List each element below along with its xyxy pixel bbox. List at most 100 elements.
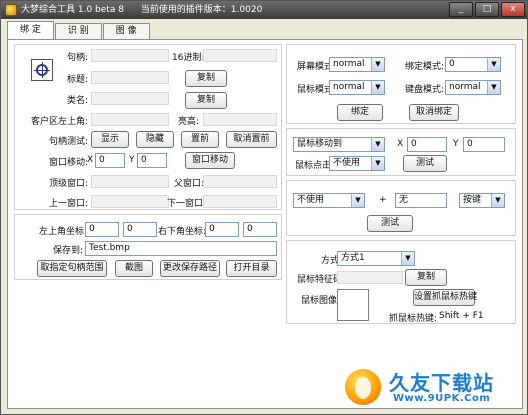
handle-label: 句柄: — [67, 53, 89, 63]
mouse-action-group: 鼠标移动到 ▼ X 0 Y 0 鼠标点击: 不使用 ▼ 测试 — [286, 128, 516, 176]
move-x-input[interactable]: 0 — [95, 153, 125, 168]
title-value — [91, 71, 169, 84]
bring-front-button[interactable]: 置前 — [181, 131, 219, 148]
title-label: 标题: — [67, 75, 89, 85]
mouse-mode-select[interactable]: normal ▼ — [329, 80, 385, 95]
window-move-button[interactable]: 窗口移动 — [185, 152, 235, 169]
show-button[interactable]: 显示 — [91, 131, 129, 148]
hex-label: 16进制: — [172, 53, 205, 63]
class-value — [91, 92, 169, 105]
crosshair-target-icon[interactable] — [31, 59, 53, 81]
set-hotkey-button[interactable]: 设置抓鼠标热键 — [413, 289, 477, 306]
next-window-value — [203, 195, 277, 208]
keyboard-mode-select[interactable]: normal ▼ — [445, 80, 501, 95]
tab-recognize[interactable]: 识 别 — [54, 23, 102, 39]
tab-strip: 绑 定 识 别 图 像 — [7, 21, 151, 39]
key-action-select[interactable]: 按键 ▼ — [459, 193, 505, 208]
title-bar[interactable]: 大梦综合工具 1.0 beta 8 当前使用的插件版本：1.0020 _ □ x — [1, 1, 527, 19]
capture-mode-select[interactable]: 方式1 ▼ — [337, 251, 415, 266]
plugin-version: 当前使用的插件版本：1.0020 — [140, 5, 263, 15]
copy-class-button[interactable]: 复制 — [185, 92, 227, 109]
mouse-x-input[interactable]: 0 — [407, 137, 447, 152]
maximize-button[interactable]: □ — [475, 2, 499, 17]
hotkey-value: Shift + F1 — [439, 311, 484, 321]
open-directory-button[interactable]: 打开目录 — [226, 260, 277, 277]
get-handle-range-button[interactable]: 取指定句柄范围 — [37, 260, 107, 277]
chevron-down-icon: ▼ — [491, 194, 504, 207]
watermark-logo: 久友下载站 Www.9UPK.Com — [343, 365, 523, 411]
move-y-label: Y — [129, 155, 135, 165]
hex-value — [203, 49, 277, 62]
handle-value — [91, 49, 169, 62]
screenshot-button[interactable]: 截图 — [115, 260, 153, 277]
hide-button[interactable]: 隐藏 — [136, 131, 174, 148]
key-action-group: 不使用 ▼ + 无 按键 ▼ 测试 — [286, 180, 516, 236]
plus-sign: + — [379, 195, 387, 205]
minimize-button[interactable]: _ — [449, 2, 473, 17]
key-modifier-select[interactable]: 不使用 ▼ — [293, 193, 365, 208]
bottomright-x-input[interactable]: 0 — [205, 222, 239, 237]
chevron-down-icon: ▼ — [371, 157, 384, 170]
save-to-label: 保存到: — [53, 246, 84, 256]
copy-title-button[interactable]: 复制 — [185, 70, 227, 87]
mouse-y-input[interactable]: 0 — [463, 137, 505, 152]
keyboard-mode-label: 键盘模式: — [405, 85, 445, 95]
chevron-down-icon: ▼ — [371, 58, 384, 71]
mouse-image-preview — [337, 289, 369, 321]
save-path-input[interactable]: Test.bmp — [85, 241, 277, 256]
tab-image[interactable]: 图 像 — [102, 23, 150, 39]
parent-window-label: 父窗口: — [174, 179, 205, 189]
bind-mode-select[interactable]: 0 ▼ — [445, 57, 501, 72]
mouse-test-button[interactable]: 测试 — [403, 155, 447, 172]
handle-test-label: 句柄测试: — [49, 137, 89, 147]
watermark-title: 久友下载站 — [389, 371, 494, 395]
chevron-down-icon: ▼ — [487, 81, 500, 94]
unbind-button[interactable]: 取消绑定 — [409, 104, 459, 121]
bind-mode-group: 屏幕模式: normal ▼ 绑定模式: 0 ▼ 鼠标模式: normal ▼ 键盘模… — [286, 44, 516, 124]
cancel-front-button[interactable]: 取消置前 — [226, 131, 277, 148]
app-icon — [5, 4, 17, 16]
bind-button[interactable]: 绑定 — [337, 104, 383, 121]
client-topleft-label: 客户区左上角: — [31, 117, 89, 127]
mouse-action-select[interactable]: 鼠标移动到 ▼ — [293, 137, 385, 152]
change-save-path-button[interactable]: 更改保存路径 — [160, 260, 220, 277]
bottomright-y-input[interactable]: 0 — [243, 222, 277, 237]
top-window-value — [91, 175, 169, 188]
chevron-down-icon: ▼ — [487, 58, 500, 71]
mouse-y-label: Y — [453, 139, 459, 149]
topleft-coord-label: 左上角坐标: — [39, 227, 88, 237]
parent-window-value — [203, 175, 277, 188]
prev-window-label: 上一窗口: — [49, 199, 89, 209]
window-title: 大梦综合工具 1.0 beta 8 — [21, 5, 124, 15]
main-window: 大梦综合工具 1.0 beta 8 当前使用的插件版本：1.0020 _ □ x… — [0, 0, 528, 415]
key-test-button[interactable]: 测试 — [367, 215, 413, 232]
move-x-label: X — [87, 155, 94, 165]
hotkey-label: 抓鼠标热键: — [389, 314, 438, 324]
top-window-label: 顶级窗口: — [49, 179, 89, 189]
prev-window-value — [91, 195, 169, 208]
watermark-url: Www.9UPK.Com — [393, 393, 491, 404]
topleft-y-input[interactable]: 0 — [123, 222, 157, 237]
tab-bind[interactable]: 绑 定 — [7, 21, 54, 39]
bind-mode-label: 绑定模式: — [405, 62, 445, 72]
chevron-down-icon: ▼ — [371, 138, 384, 151]
mouse-x-label: X — [397, 139, 404, 149]
mouse-feature-value — [337, 271, 403, 284]
height-label: 亮高: — [178, 117, 200, 127]
screen-mode-select[interactable]: normal ▼ — [329, 57, 385, 72]
mouse-click-select[interactable]: 不使用 ▼ — [329, 156, 385, 171]
topleft-x-input[interactable]: 0 — [85, 222, 119, 237]
class-label: 类名: — [67, 96, 89, 106]
chevron-down-icon: ▼ — [371, 81, 384, 94]
mouse-capture-group: 方式: 方式1 ▼ 鼠标特征码: 复制 鼠标图像: 设置抓鼠标热键 抓鼠标热键: … — [286, 240, 516, 324]
window-info-group: 句柄: 16进制: 标题: 复制 类名: 复制 客户区左上角: 亮高: 句柄测试… — [14, 44, 282, 210]
window-move-label: 窗口移动: — [49, 158, 89, 168]
chevron-down-icon: ▼ — [351, 194, 364, 207]
move-y-input[interactable]: 0 — [137, 153, 167, 168]
copy-feature-button[interactable]: 复制 — [405, 269, 447, 286]
chevron-down-icon: ▼ — [401, 252, 414, 265]
close-button[interactable]: x — [501, 2, 525, 17]
mouse-image-label: 鼠标图像: — [301, 296, 341, 306]
key-input[interactable]: 无 — [395, 193, 447, 208]
tab-page-bind: 句柄: 16进制: 标题: 复制 类名: 复制 客户区左上角: 亮高: 句柄测试… — [7, 39, 523, 409]
